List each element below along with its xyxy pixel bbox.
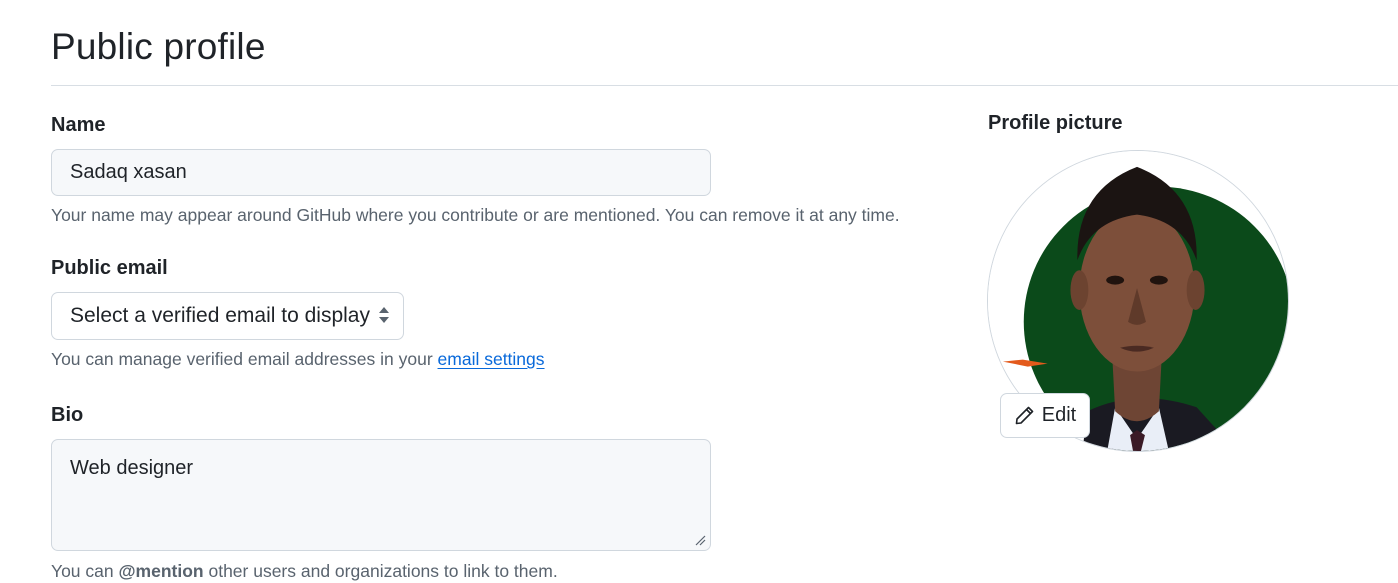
- page-title: Public profile: [51, 26, 266, 67]
- bio-note: You can @mention other users and organiz…: [51, 561, 558, 582]
- name-note: Your name may appear around GitHub where…: [51, 205, 900, 225]
- email-note-text: You can manage verified email addresses …: [51, 349, 438, 369]
- name-input[interactable]: [51, 149, 711, 196]
- public-email-select[interactable]: Select a verified email to display: [51, 292, 404, 340]
- edit-profile-picture-button[interactable]: Edit: [1000, 393, 1090, 438]
- profile-picture-label: Profile picture: [988, 112, 1123, 134]
- public-profile-page: Public profile Name Your name may appear…: [0, 0, 1398, 583]
- bio-label: Bio: [51, 404, 84, 426]
- email-note: You can manage verified email addresses …: [51, 349, 545, 370]
- title-divider: [51, 85, 1398, 86]
- select-caret-icon: [379, 307, 389, 323]
- edit-button-label: Edit: [1041, 404, 1077, 426]
- bio-textarea[interactable]: Web designer: [51, 439, 711, 551]
- name-label: Name: [51, 114, 106, 136]
- bio-note-prefix: You can: [51, 561, 119, 581]
- pencil-icon: [1015, 406, 1034, 425]
- mention-text: @mention: [118, 561, 204, 581]
- public-email-selected-value: Select a verified email to display: [70, 304, 370, 327]
- public-email-label: Public email: [51, 257, 168, 279]
- resize-grip-icon[interactable]: [694, 534, 706, 546]
- bio-note-suffix: other users and organizations to link to…: [203, 561, 558, 581]
- email-settings-link[interactable]: email settings: [438, 349, 545, 369]
